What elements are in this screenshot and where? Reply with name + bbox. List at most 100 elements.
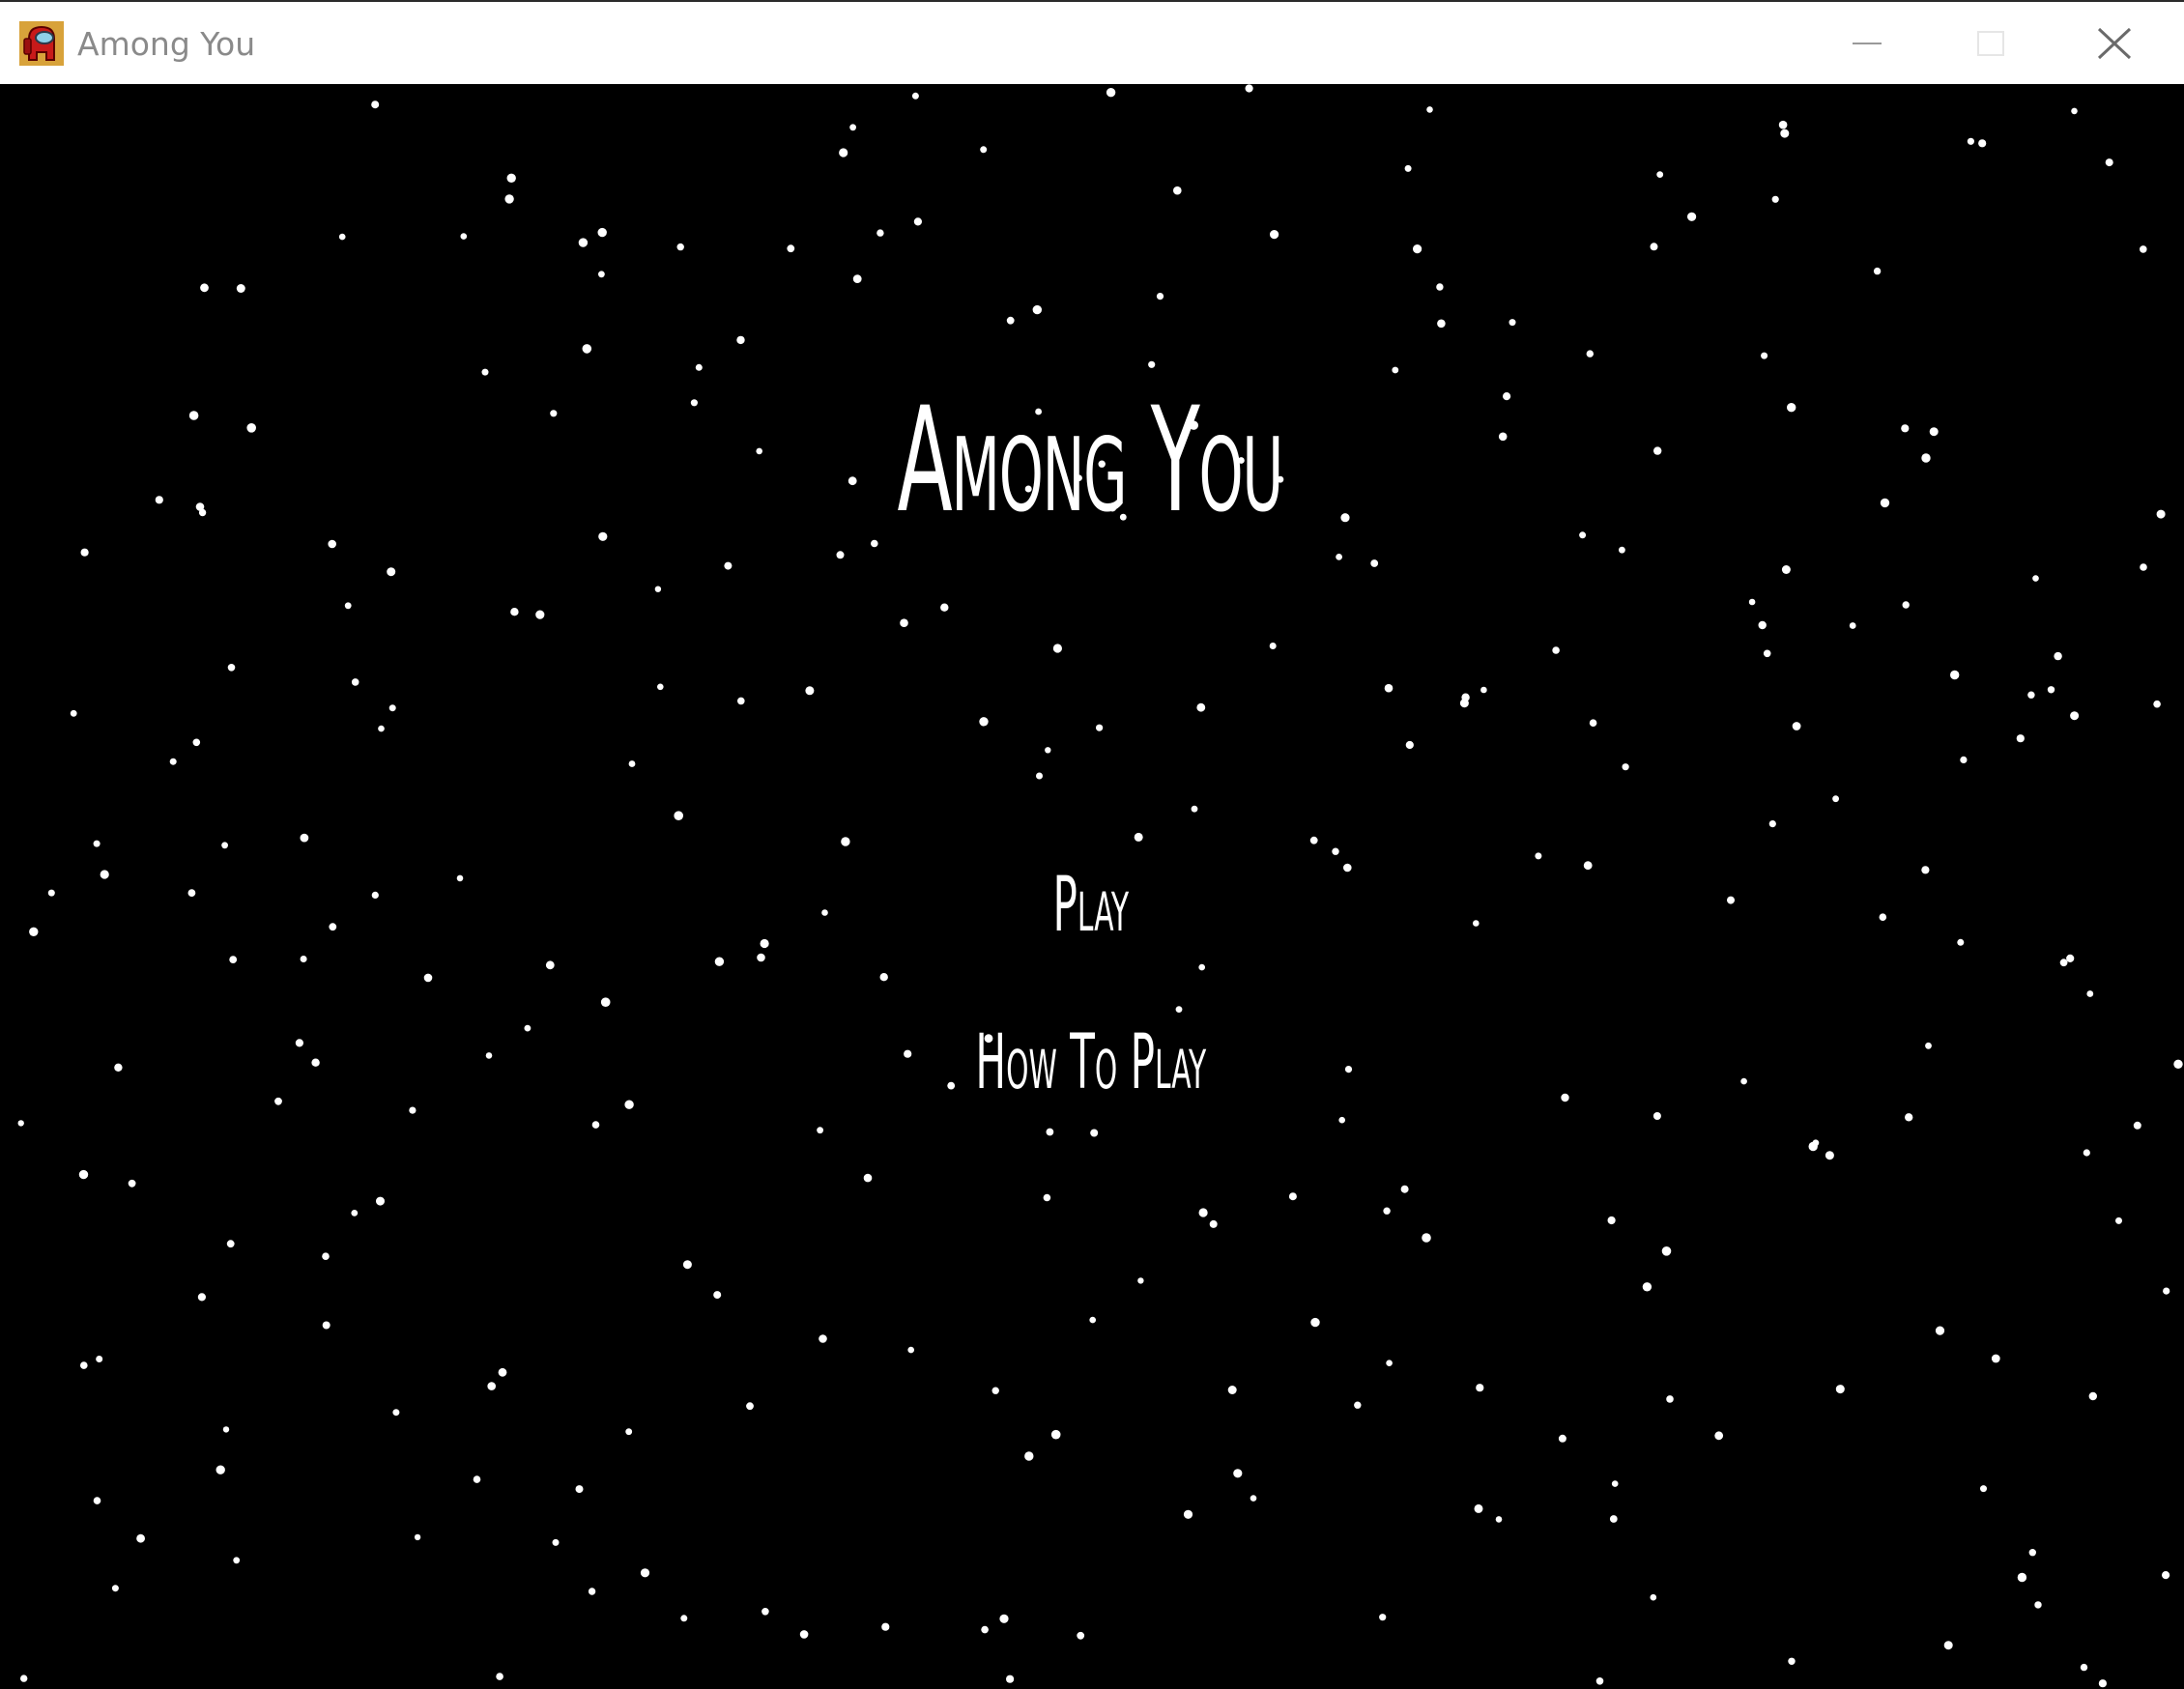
game-window: Among You Among You Play How To Play: [0, 0, 2184, 1689]
star: [371, 100, 380, 109]
close-button[interactable]: [2056, 14, 2172, 73]
star: [300, 956, 307, 962]
star: [344, 602, 352, 610]
star: [598, 271, 605, 278]
star: [1787, 403, 1796, 413]
star: [1405, 740, 1414, 750]
star: [371, 891, 379, 900]
star: [1849, 622, 1856, 629]
star: [1106, 88, 1116, 98]
how-to-play-button[interactable]: How To Play: [436, 1015, 1746, 1111]
game-canvas[interactable]: Among You Play How To Play: [0, 84, 2184, 1689]
star: [2140, 245, 2147, 253]
star: [1589, 719, 1597, 727]
star: [376, 1196, 385, 1206]
star: [1980, 1485, 1987, 1493]
star: [114, 1063, 123, 1072]
star: [236, 284, 245, 293]
star: [545, 960, 555, 970]
star: [2017, 1572, 2027, 1583]
star: [93, 1497, 101, 1504]
close-icon: [2097, 27, 2132, 60]
star: [628, 760, 636, 767]
star: [881, 1622, 890, 1631]
star: [714, 957, 725, 966]
star: [1288, 1192, 1297, 1201]
star: [1650, 1593, 1657, 1601]
star: [227, 664, 236, 672]
star: [1509, 319, 1516, 327]
star: [913, 217, 923, 226]
star: [805, 686, 815, 696]
star: [1611, 1480, 1619, 1487]
star: [311, 1058, 320, 1067]
star: [187, 889, 196, 897]
play-button[interactable]: Play: [436, 857, 1746, 954]
star: [762, 1608, 769, 1616]
star: [1046, 1128, 1054, 1136]
star: [1332, 847, 1339, 855]
star: [351, 678, 359, 686]
star: [836, 551, 845, 559]
star: [2070, 711, 2080, 721]
star: [582, 344, 592, 354]
star: [1960, 756, 1968, 764]
star: [1183, 1509, 1193, 1519]
star: [387, 567, 396, 577]
star: [1880, 498, 1890, 508]
title-bar[interactable]: Among You: [0, 0, 2184, 84]
star: [300, 833, 309, 843]
star: [1459, 699, 1469, 708]
star: [640, 1568, 650, 1578]
star: [980, 146, 988, 154]
star: [1661, 1246, 1672, 1256]
star: [1808, 1141, 1818, 1152]
star: [498, 1367, 507, 1377]
star: [1474, 1503, 1483, 1513]
star: [1656, 171, 1664, 178]
star: [1771, 195, 1779, 203]
star: [1437, 319, 1446, 329]
star: [222, 1426, 230, 1433]
star: [1024, 1451, 1034, 1461]
star: [625, 1428, 633, 1436]
star: [1480, 686, 1487, 694]
star: [1991, 1354, 2000, 1363]
star: [1978, 139, 1987, 148]
star: [2054, 651, 2062, 661]
star: [2086, 990, 2094, 997]
star: [1036, 772, 1043, 780]
star: [1045, 747, 1051, 754]
star: [2153, 700, 2161, 708]
star: [911, 92, 919, 100]
star: [1761, 352, 1768, 359]
star: [329, 923, 337, 931]
star: [1921, 866, 1930, 874]
star: [216, 1465, 225, 1474]
star: [2034, 1601, 2042, 1609]
star: [1609, 1515, 1618, 1523]
star: [1173, 186, 1182, 195]
star: [900, 618, 908, 627]
star: [654, 586, 662, 592]
star: [322, 1252, 330, 1260]
star: [682, 1260, 692, 1270]
star: [746, 1402, 754, 1411]
maximize-icon: [1977, 31, 2004, 56]
star: [819, 1334, 827, 1343]
star: [1873, 267, 1882, 275]
star: [1792, 722, 1801, 730]
star: [1901, 424, 1910, 433]
star: [757, 953, 765, 962]
star: [2156, 509, 2166, 519]
star: [1879, 913, 1887, 921]
star: [1245, 84, 1253, 93]
star: [1370, 559, 1379, 567]
maximize-button[interactable]: [1933, 14, 2049, 73]
minimize-button[interactable]: [1809, 14, 1925, 73]
star: [2080, 1663, 2088, 1672]
star: [1338, 1116, 1345, 1124]
star: [1310, 1317, 1320, 1328]
star: [47, 889, 55, 897]
star: [575, 1485, 584, 1494]
